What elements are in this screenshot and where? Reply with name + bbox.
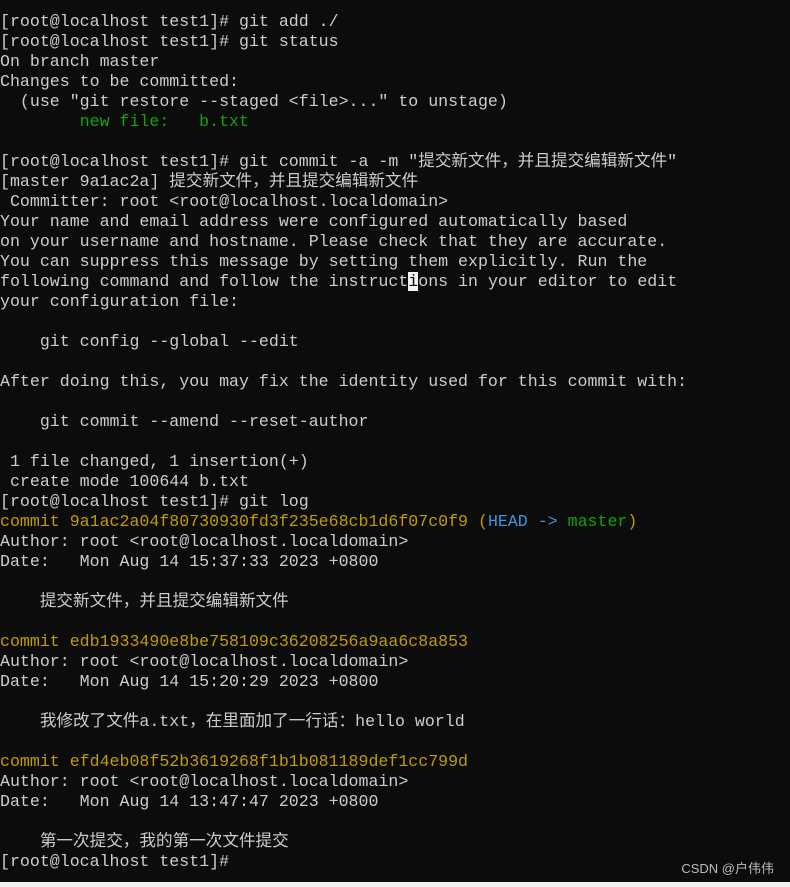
terminal-text: master xyxy=(567,512,628,531)
terminal-text: commit 9a1ac2a04f80730930fd3f235e68cb1d6… xyxy=(0,512,488,531)
terminal-output[interactable]: [root@localhost test1]# git add ./[root@… xyxy=(0,12,687,872)
terminal-line: create mode 100644 b.txt xyxy=(0,472,687,492)
terminal-text: commit edb1933490e8be758109c36208256a9aa… xyxy=(0,632,469,651)
terminal-text: 提交新文件，并且提交编辑新文件 xyxy=(0,592,289,611)
terminal-line: Date: Mon Aug 14 15:20:29 2023 +0800 xyxy=(0,672,687,692)
terminal-line: new file: b.txt xyxy=(0,112,687,132)
terminal-text: git config --global --edit xyxy=(0,332,299,351)
bottom-border xyxy=(0,882,790,887)
terminal-text: following command and follow the instruc… xyxy=(0,272,409,291)
terminal-text: commit efd4eb08f52b3619268f1b1b081189def… xyxy=(0,752,469,771)
terminal-text: [root@localhost test1]# git commit -a -m… xyxy=(0,152,678,171)
terminal-line: Date: Mon Aug 14 15:37:33 2023 +0800 xyxy=(0,552,687,572)
terminal-text: [root@localhost test1]# git log xyxy=(0,492,309,511)
terminal-text: Your name and email address were configu… xyxy=(0,212,628,231)
terminal-line: Committer: root <root@localhost.localdom… xyxy=(0,192,687,212)
terminal-text: [root@localhost test1]# git status xyxy=(0,32,339,51)
terminal-line: commit 9a1ac2a04f80730930fd3f235e68cb1d6… xyxy=(0,512,687,532)
terminal-line: (use "git restore --staged <file>..." to… xyxy=(0,92,687,112)
terminal-text: Committer: root <root@localhost.localdom… xyxy=(0,192,449,211)
terminal-line: git config --global --edit xyxy=(0,332,687,352)
terminal-line: commit edb1933490e8be758109c36208256a9aa… xyxy=(0,632,687,652)
terminal-text: ) xyxy=(627,512,638,531)
terminal-text: ons in your editor to edit xyxy=(418,272,678,291)
terminal-line: Author: root <root@localhost.localdomain… xyxy=(0,532,687,552)
terminal-line: After doing this, you may fix the identi… xyxy=(0,372,687,392)
terminal-line: following command and follow the instruc… xyxy=(0,272,687,292)
terminal-text: create mode 100644 b.txt xyxy=(0,472,249,491)
terminal-text: [master 9a1ac2a] 提交新文件，并且提交编辑新文件 xyxy=(0,172,419,191)
terminal-line: [root@localhost test1]# git add ./ xyxy=(0,12,687,32)
terminal-line: You can suppress this message by setting… xyxy=(0,252,687,272)
terminal-line: 我修改了文件a.txt，在里面加了一行话：hello world xyxy=(0,712,687,732)
terminal-text: (use "git restore --staged <file>..." to… xyxy=(0,92,508,111)
watermark: CSDN @户伟伟 xyxy=(681,861,774,876)
terminal-text: 1 file changed, 1 insertion(+) xyxy=(0,452,309,471)
terminal-text: Author: root <root@localhost.localdomain… xyxy=(0,772,409,791)
terminal-line: [master 9a1ac2a] 提交新文件，并且提交编辑新文件 xyxy=(0,172,687,192)
terminal-text: On branch master xyxy=(0,52,160,71)
terminal-line: Author: root <root@localhost.localdomain… xyxy=(0,652,687,672)
terminal-line: Changes to be committed: xyxy=(0,72,687,92)
terminal-line: 1 file changed, 1 insertion(+) xyxy=(0,452,687,472)
terminal-line: 第一次提交，我的第一次文件提交 xyxy=(0,832,687,852)
terminal-text: Date: Mon Aug 14 15:37:33 2023 +0800 xyxy=(0,552,379,571)
terminal-text: Date: Mon Aug 14 13:47:47 2023 +0800 xyxy=(0,792,379,811)
terminal-line: git commit --amend --reset-author xyxy=(0,412,687,432)
terminal-text: git commit --amend --reset-author xyxy=(0,412,369,431)
terminal-line: [root@localhost test1]# xyxy=(0,852,687,872)
terminal-line: Your name and email address were configu… xyxy=(0,212,687,232)
terminal-line: Date: Mon Aug 14 13:47:47 2023 +0800 xyxy=(0,792,687,812)
terminal-text: 我修改了文件a.txt，在里面加了一行话：hello world xyxy=(0,712,465,731)
terminal-text: 第一次提交，我的第一次文件提交 xyxy=(0,832,289,851)
terminal-line: [root@localhost test1]# git log xyxy=(0,492,687,512)
terminal-line: [root@localhost test1]# git status xyxy=(0,32,687,52)
terminal-text: Author: root <root@localhost.localdomain… xyxy=(0,652,409,671)
terminal-text: You can suppress this message by setting… xyxy=(0,252,648,271)
terminal-line: [root@localhost test1]# git commit -a -m… xyxy=(0,152,687,172)
terminal-line: On branch master xyxy=(0,52,687,72)
terminal-line: 提交新文件，并且提交编辑新文件 xyxy=(0,592,687,612)
terminal-text: your configuration file: xyxy=(0,292,239,311)
terminal-text: After doing this, you may fix the identi… xyxy=(0,372,688,391)
terminal-text: [root@localhost test1]# git add ./ xyxy=(0,12,339,31)
terminal-line: commit efd4eb08f52b3619268f1b1b081189def… xyxy=(0,752,687,772)
terminal-line: Author: root <root@localhost.localdomain… xyxy=(0,772,687,792)
terminal-line: your configuration file: xyxy=(0,292,687,312)
terminal-text: Changes to be committed: xyxy=(0,72,239,91)
terminal-text: new file: b.txt xyxy=(79,112,249,131)
text-cursor: i xyxy=(408,272,419,291)
terminal-text: on your username and hostname. Please ch… xyxy=(0,232,668,251)
terminal-text: Date: Mon Aug 14 15:20:29 2023 +0800 xyxy=(0,672,379,691)
terminal-text: HEAD -> xyxy=(487,512,568,531)
terminal-text: Author: root <root@localhost.localdomain… xyxy=(0,532,409,551)
terminal-line: on your username and hostname. Please ch… xyxy=(0,232,687,252)
terminal-text: [root@localhost test1]# xyxy=(0,852,239,871)
